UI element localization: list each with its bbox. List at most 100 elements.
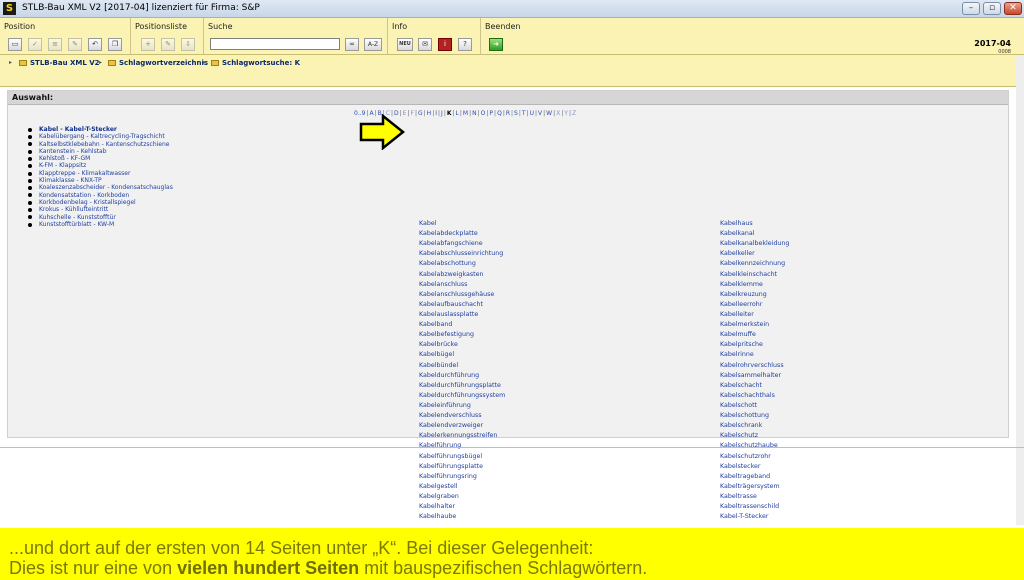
keyword-link[interactable]: Kabelführungsbügel (419, 452, 505, 462)
breadcrumb-item-schlagwortverzeichnis[interactable]: Schlagwortverzeichnis (108, 59, 208, 67)
keyword-link[interactable]: Kabelschrank (720, 421, 789, 431)
keyword-link[interactable]: Kabelstecker (720, 462, 789, 472)
range-list-item[interactable]: Kaltselbstklebebahn - Kantenschutzschien… (28, 141, 173, 148)
keyword-link[interactable]: Kabelgraben (419, 492, 505, 502)
keyword-link[interactable]: Kabelkleinschacht (720, 270, 789, 280)
letter-link-p[interactable]: P (489, 110, 493, 117)
range-list-item[interactable]: Kuhschelle - Kunststofftür (28, 214, 173, 221)
letter-link-i[interactable]: I (435, 110, 437, 117)
range-list-item[interactable]: Kabelübergang - Kaltrecycling-Tragschich… (28, 133, 173, 140)
keyword-link[interactable]: Kabelklemme (720, 280, 789, 290)
keyword-link[interactable]: Kabelkanalbekleidung (720, 239, 789, 249)
range-list-item[interactable]: Klimaklasse - KNX-TP (28, 177, 173, 184)
letter-link-g[interactable]: G (418, 110, 423, 117)
keyword-link[interactable]: Kabelaufbauschacht (419, 300, 505, 310)
keyword-link[interactable]: Kabelabschlusseinrichtung (419, 249, 505, 259)
keyword-link[interactable]: Kabelmerkstein (720, 320, 789, 330)
new-document-icon[interactable]: ▭ (8, 38, 22, 51)
edit-icon[interactable]: ✎ (68, 38, 82, 51)
keyword-link[interactable]: Kabelhalter (419, 502, 505, 512)
letter-link-y[interactable]: Y (564, 110, 568, 117)
maximize-button[interactable]: ▫ (983, 2, 1001, 15)
keyword-link[interactable]: Kabelmuffe (720, 330, 789, 340)
undo-icon[interactable]: ↶ (88, 38, 102, 51)
letter-link-q[interactable]: Q (497, 110, 502, 117)
list-icon[interactable]: ≡ (48, 38, 62, 51)
keyword-link[interactable]: Kabeldurchführungsplatte (419, 381, 505, 391)
keyword-link[interactable]: Kabelendverschluss (419, 411, 505, 421)
letter-link-h[interactable]: H (427, 110, 432, 117)
keyword-link[interactable]: Kabelanschlussgehäuse (419, 290, 505, 300)
breadcrumb-item-schlagwortsuche[interactable]: Schlagwortsuche: K (211, 59, 300, 67)
keyword-link[interactable]: Kabelkennzeichnung (720, 259, 789, 269)
search-input[interactable] (210, 38, 340, 50)
range-list-item[interactable]: Kunststofftürblatt - KW-M (28, 221, 173, 228)
keyword-link[interactable]: Kabeleinführung (419, 401, 505, 411)
letter-link-z[interactable]: Z (572, 110, 576, 117)
keyword-link[interactable]: Kabelrinne (720, 350, 789, 360)
keyword-link[interactable]: Kabelabfangschiene (419, 239, 505, 249)
keyword-link[interactable]: Kabelabzweigkasten (419, 270, 505, 280)
help-icon[interactable]: ? (458, 38, 472, 51)
keyword-link[interactable]: Kabel-T-Stecker (720, 512, 789, 522)
letter-link-u[interactable]: U (530, 110, 534, 117)
keyword-link[interactable]: Kabeldurchführungssystem (419, 391, 505, 401)
keyword-link[interactable]: Kabeldurchführung (419, 371, 505, 381)
keyword-link[interactable]: Kabelkreuzung (720, 290, 789, 300)
range-list-item[interactable]: Krokus - Kühllufteintritt (28, 206, 173, 213)
list-edit-icon[interactable]: ✎ (161, 38, 175, 51)
range-list-item[interactable]: Kantenstein - Kehlstab (28, 148, 173, 155)
mail-icon[interactable]: ✉ (418, 38, 432, 51)
keyword-link[interactable]: Kabelbügel (419, 350, 505, 360)
range-list-item[interactable]: Koaleszenzabscheider - Kondensatschaugla… (28, 184, 173, 191)
news-button[interactable]: NEU (397, 38, 413, 51)
range-list-item[interactable]: Kondensatstation - Korkboden (28, 192, 173, 199)
keyword-link[interactable]: Kabelpritsche (720, 340, 789, 350)
keyword-link[interactable]: Kabelendverzweiger (419, 421, 505, 431)
keyword-link[interactable]: Kabelrohrverschluss (720, 361, 789, 371)
keyword-link[interactable]: Kabelschutzrohr (720, 452, 789, 462)
letter-link-l[interactable]: L (456, 110, 459, 117)
list-export-icon[interactable]: ⇩ (181, 38, 195, 51)
letter-link-s[interactable]: S (514, 110, 518, 117)
keyword-link[interactable]: Kabelkanal (720, 229, 789, 239)
keyword-link[interactable]: Kabelsammelhalter (720, 371, 789, 381)
keyword-link[interactable]: Kabelbündel (419, 361, 505, 371)
letter-link-t[interactable]: T (522, 110, 526, 117)
keyword-link[interactable]: Kabelerkennungsstreifen (419, 431, 505, 441)
letter-link-w[interactable]: W (546, 110, 552, 117)
keyword-link[interactable]: Kabelbefestigung (419, 330, 505, 340)
letter-link-j[interactable]: J (441, 110, 443, 117)
a-z-search-button[interactable]: A-Z (364, 38, 382, 51)
keyword-link[interactable]: Kabelgestell (419, 482, 505, 492)
letter-link-n[interactable]: N (472, 110, 477, 117)
keyword-link[interactable]: Kabelhaus (720, 219, 789, 229)
keyword-link[interactable]: Kabelschott (720, 401, 789, 411)
keyword-link[interactable]: Kabelkeller (720, 249, 789, 259)
keyword-link[interactable]: Kabelleiter (720, 310, 789, 320)
keyword-link[interactable]: Kabelanschluss (419, 280, 505, 290)
copy-icon[interactable]: ❐ (108, 38, 122, 51)
keyword-link[interactable]: Kabelleerrohr (720, 300, 789, 310)
letter-link-k[interactable]: K (447, 110, 452, 117)
letter-link-f[interactable]: F (411, 110, 414, 117)
binoculars-icon[interactable]: ∞ (345, 38, 359, 51)
keyword-link[interactable]: Kabelträgersystem (720, 482, 789, 492)
keyword-link[interactable]: Kabelschacht (720, 381, 789, 391)
letter-link-m[interactable]: M (463, 110, 468, 117)
keyword-link[interactable]: Kabeltrasse (720, 492, 789, 502)
close-button[interactable]: ✕ (1004, 2, 1022, 15)
keyword-link[interactable]: Kabelschutz (720, 431, 789, 441)
keyword-link[interactable]: Kabelschachthals (720, 391, 789, 401)
range-list-item[interactable]: Kehlstoß - KF-GM (28, 155, 173, 162)
keyword-link[interactable]: Kabelauslassplatte (419, 310, 505, 320)
minimize-button[interactable]: – (962, 2, 980, 15)
letter-link-o[interactable]: O (481, 110, 486, 117)
letter-link-v[interactable]: V (538, 110, 542, 117)
info-icon[interactable]: i (438, 38, 452, 51)
exit-icon[interactable]: ➜ (489, 38, 503, 51)
list-add-icon[interactable]: + (141, 38, 155, 51)
keyword-link[interactable]: Kabelführungsring (419, 472, 505, 482)
keyword-link[interactable]: Kabelschottung (720, 411, 789, 421)
breadcrumb-item-stlb[interactable]: STLB-Bau XML V2 (19, 59, 100, 67)
